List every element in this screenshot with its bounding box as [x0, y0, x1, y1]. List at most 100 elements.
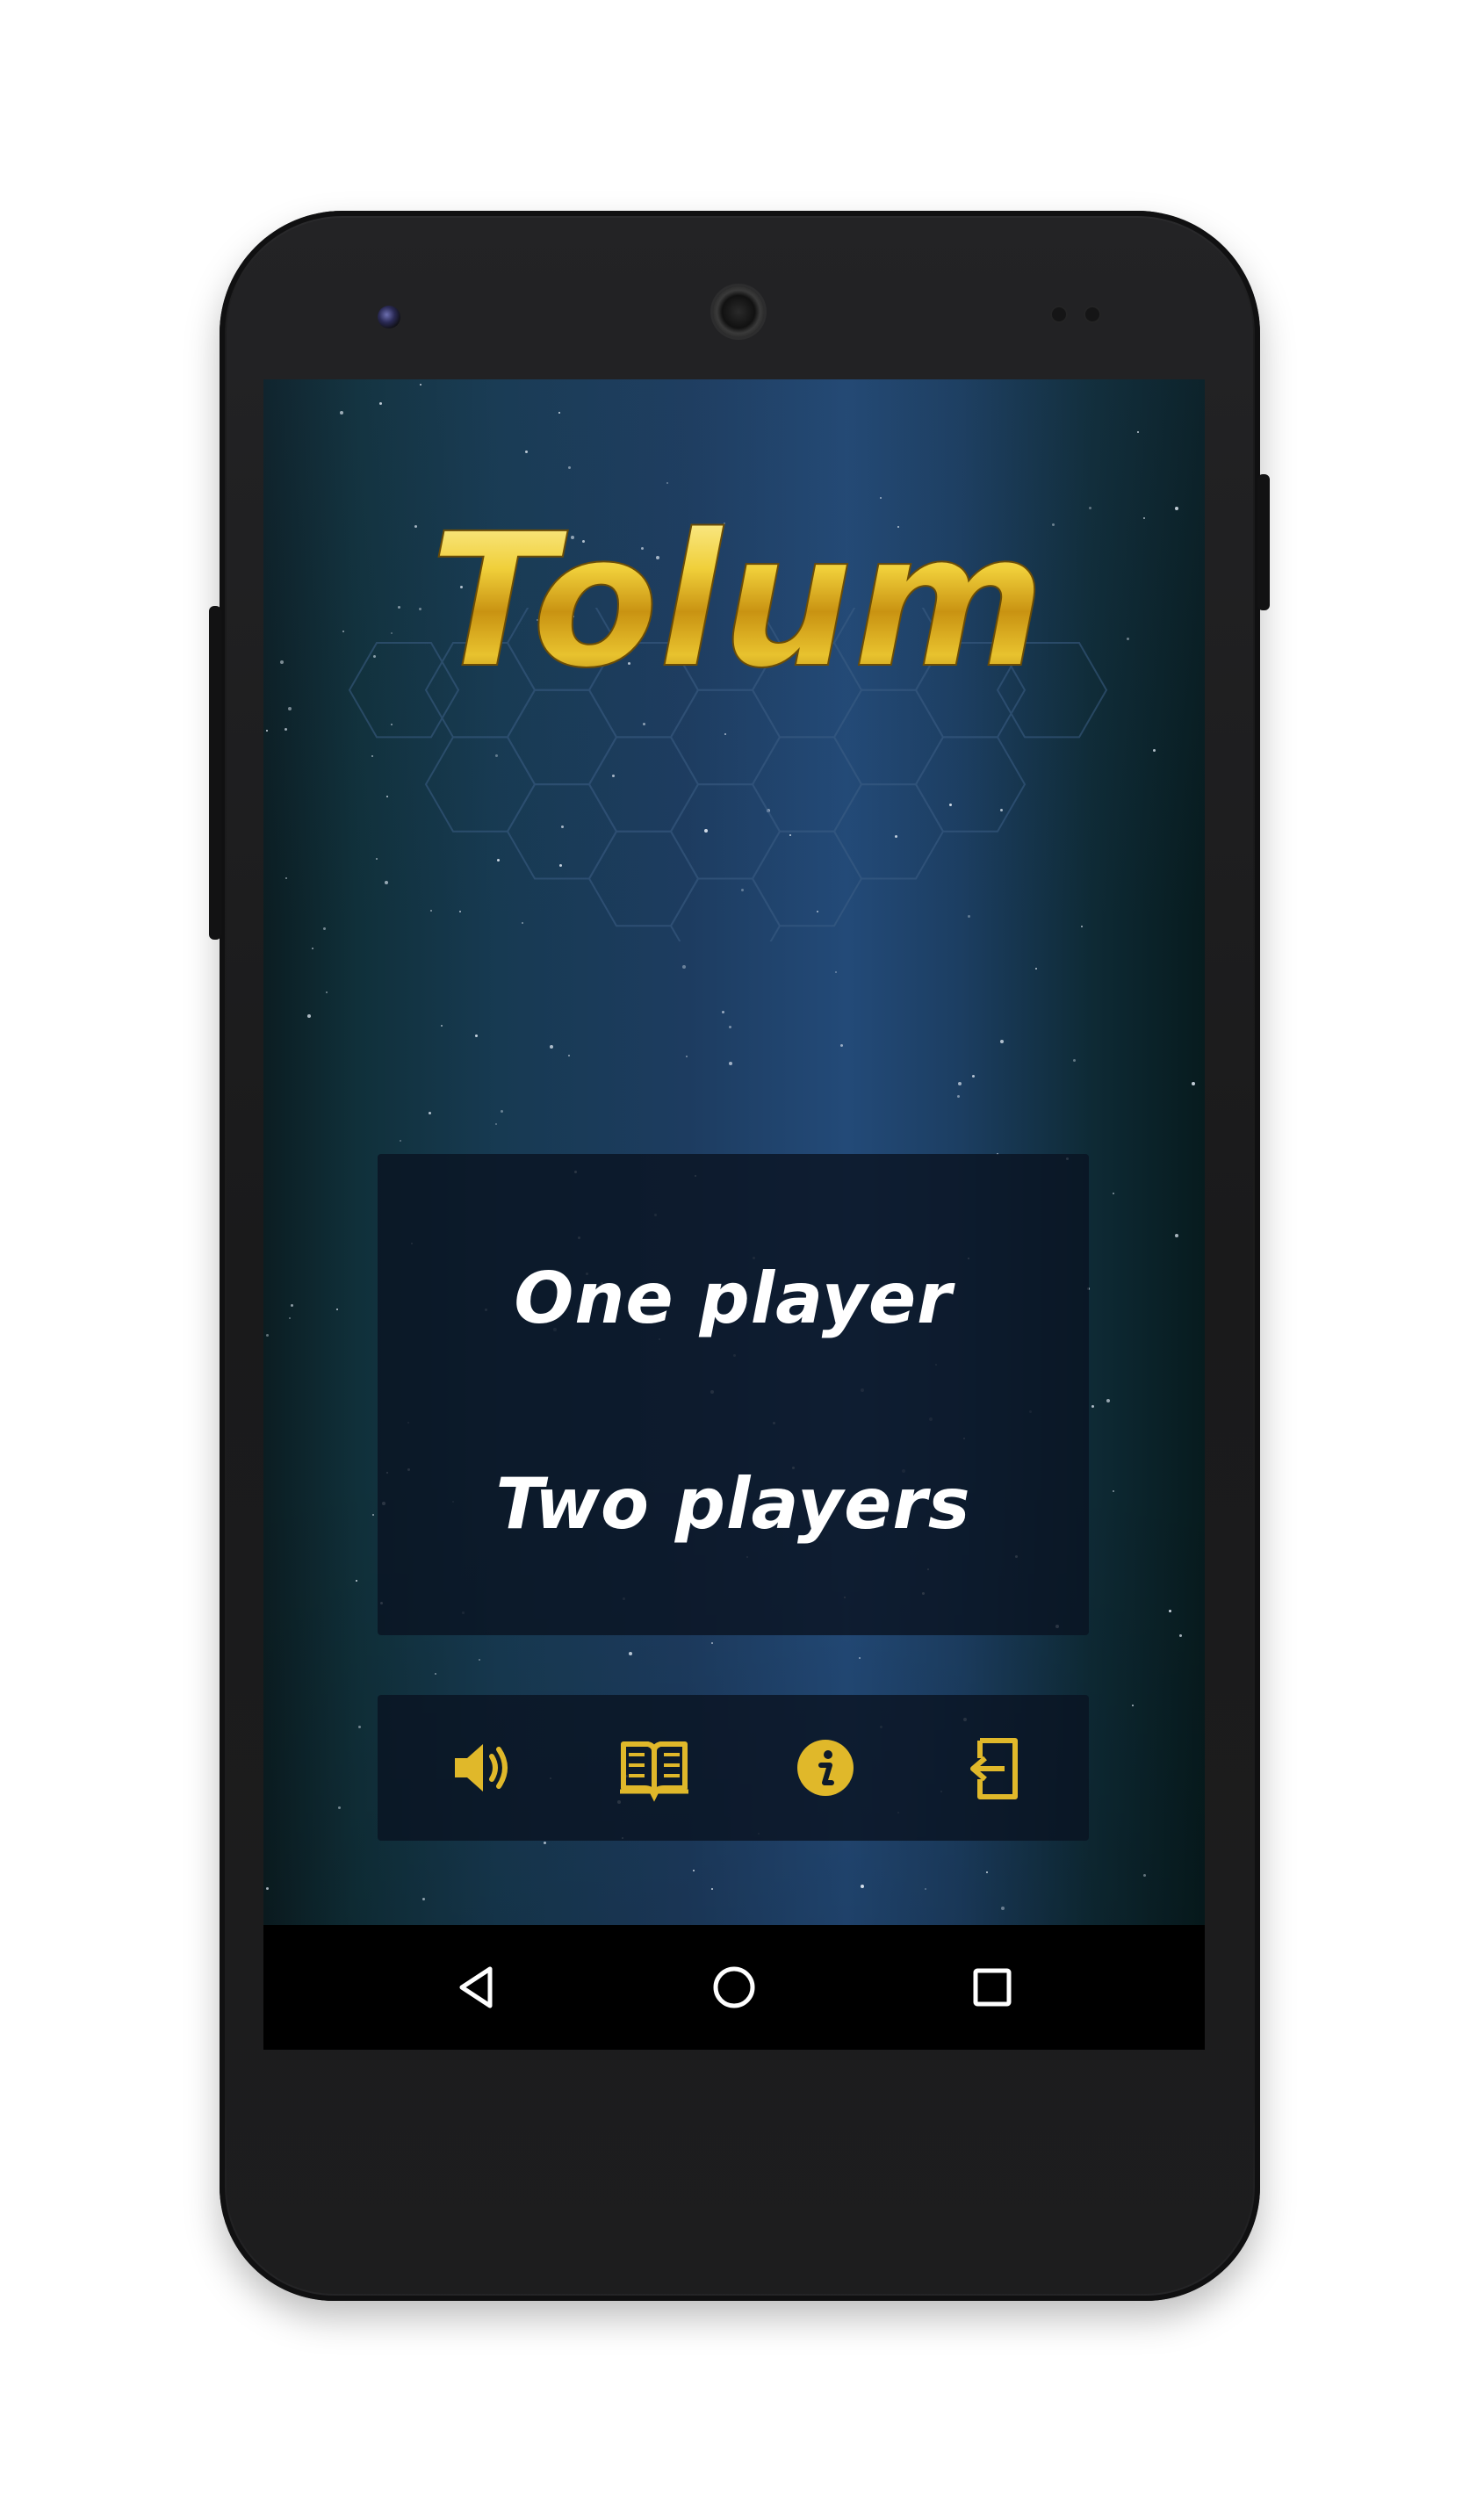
home-button[interactable]	[703, 1957, 765, 2018]
hexagon-cell	[587, 830, 700, 927]
star	[307, 1014, 311, 1018]
star	[414, 525, 417, 528]
star	[550, 1045, 553, 1049]
back-button[interactable]	[446, 1957, 508, 2018]
star	[420, 384, 421, 386]
recent-apps-button[interactable]	[962, 1957, 1023, 2018]
front-camera	[378, 306, 400, 328]
star	[1106, 1399, 1110, 1402]
star	[1143, 1874, 1146, 1877]
star	[1132, 1705, 1134, 1706]
star	[285, 877, 287, 879]
star	[972, 1075, 975, 1078]
star	[479, 1659, 480, 1661]
main-menu-panel: One player Two players	[378, 1154, 1089, 1635]
star	[558, 412, 560, 414]
star	[336, 1309, 338, 1310]
star	[1153, 749, 1156, 752]
hexagon-cell	[669, 689, 782, 786]
sound-icon	[455, 1744, 508, 1792]
game-logo: Tolum	[429, 502, 1047, 696]
star	[859, 1657, 861, 1659]
hexagon-cell	[506, 783, 618, 880]
recent-apps-icon	[973, 1968, 1012, 2007]
light-sensor	[1085, 307, 1099, 321]
star	[544, 1842, 546, 1844]
game-screen: Tolum One player Two players	[263, 379, 1205, 1925]
star	[880, 497, 882, 499]
star	[291, 1304, 293, 1307]
star	[711, 1642, 713, 1644]
star	[356, 1580, 357, 1582]
star	[840, 1044, 843, 1047]
two-players-button[interactable]: Two players	[378, 1463, 1089, 1545]
star	[686, 1056, 688, 1057]
hexagon-cell	[832, 783, 945, 880]
star	[1035, 968, 1037, 970]
star	[422, 1898, 425, 1900]
star	[861, 1885, 864, 1888]
power-button	[1257, 474, 1270, 610]
one-player-button[interactable]: One player	[378, 1258, 1089, 1339]
star	[266, 1334, 269, 1337]
star	[435, 1673, 436, 1675]
star	[1169, 1610, 1171, 1612]
game-title: Tolum	[430, 502, 1046, 696]
star	[429, 1112, 431, 1114]
star	[266, 1887, 269, 1890]
bottom-toolbar	[378, 1695, 1089, 1841]
star	[340, 411, 343, 415]
back-icon	[459, 1966, 493, 2008]
hexagon-cell	[914, 736, 1027, 833]
star	[729, 1062, 732, 1065]
hexagon-cell	[669, 783, 782, 880]
hexagon-cell	[506, 689, 618, 786]
star	[666, 482, 668, 484]
star	[1091, 1405, 1094, 1408]
book-icon	[620, 1741, 688, 1802]
hexagon-cell	[832, 689, 945, 786]
hexagon-cell	[751, 736, 863, 833]
star	[400, 1140, 401, 1142]
info-button[interactable]	[788, 1730, 863, 1806]
star	[568, 466, 571, 469]
hexagon-cell	[424, 736, 537, 833]
star	[1179, 1634, 1182, 1637]
star	[323, 927, 326, 930]
star	[358, 1726, 361, 1728]
star	[495, 1123, 497, 1125]
star	[326, 991, 328, 993]
sound-button[interactable]	[446, 1730, 522, 1806]
star	[312, 948, 313, 949]
star	[289, 1317, 291, 1319]
star	[986, 1871, 988, 1873]
hexagon-cell	[751, 830, 863, 927]
star	[1137, 431, 1139, 433]
star	[682, 965, 686, 969]
star	[1113, 1193, 1114, 1194]
rules-button[interactable]	[616, 1730, 692, 1806]
star	[1001, 1907, 1005, 1910]
star	[441, 1025, 443, 1027]
star	[629, 1652, 632, 1655]
info-icon	[797, 1740, 854, 1796]
star	[1113, 1490, 1114, 1492]
earpiece-speaker	[713, 286, 764, 337]
star	[1000, 1040, 1004, 1043]
home-icon	[713, 1966, 755, 2008]
star	[1089, 507, 1091, 509]
exit-button[interactable]	[957, 1730, 1033, 1806]
star	[835, 971, 837, 973]
android-navigation-bar	[263, 1925, 1205, 2050]
star	[729, 1026, 731, 1028]
star	[1175, 507, 1178, 510]
star	[1073, 1059, 1076, 1062]
star	[285, 728, 287, 731]
star	[372, 1514, 374, 1516]
star	[722, 1011, 724, 1013]
star	[266, 730, 268, 732]
star	[501, 1110, 503, 1113]
star	[693, 1870, 695, 1871]
star	[711, 1888, 713, 1890]
star	[1143, 517, 1145, 519]
